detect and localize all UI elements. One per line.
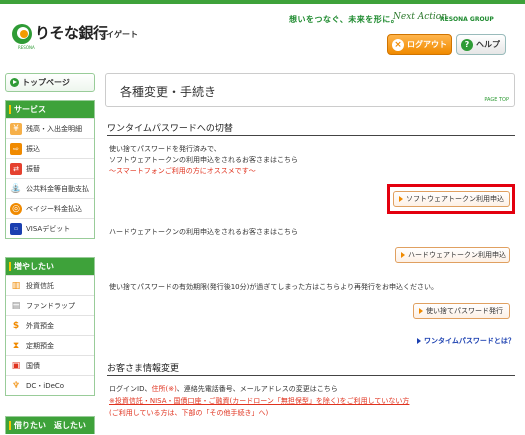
resona-group-label: RESONA GROUP xyxy=(440,16,494,23)
section-divider xyxy=(107,375,515,376)
mygate-label: マイゲート xyxy=(98,30,138,39)
sidebar-item-swap[interactable]: ⇄ 振替 xyxy=(6,158,94,178)
onetime-text-1a: 使い捨てパスワードを発行済みで、 xyxy=(109,145,221,153)
arrow-right-icon xyxy=(419,308,423,314)
header-top-line xyxy=(0,0,525,4)
help-label: ヘルプ xyxy=(476,40,500,49)
tagline: 想いをつなぐ、未来を形に。 xyxy=(289,15,400,24)
sidebar-item-fundwrap[interactable]: ▤ ファンドラップ xyxy=(6,295,94,315)
close-circle-icon: × xyxy=(392,38,404,51)
sidebar-item-label: 振替 xyxy=(26,164,40,173)
sidebar-item-label: ペイジー料金払込 xyxy=(26,204,82,213)
onetime-info-label: ワンタイムパスワードとは？ xyxy=(424,337,515,345)
sidebar-item-label: 振込 xyxy=(26,144,40,153)
resona-logo-icon[interactable] xyxy=(12,24,32,44)
brand-script-logo: Next Action xyxy=(393,12,448,22)
sidebar-item-balance[interactable]: ¥ 残高・入出金明細 xyxy=(6,118,94,138)
header-marker xyxy=(9,262,11,271)
chart-icon: ▥ xyxy=(11,280,21,291)
arrow-right-icon xyxy=(401,252,405,258)
increase-header: 増やしたい xyxy=(6,258,94,275)
address-note: 住所(※) xyxy=(151,385,177,393)
sidebar-item-payeasy[interactable]: ◎ ペイジー料金払込 xyxy=(6,198,94,218)
logo-caption: RESONA xyxy=(18,45,35,50)
pagetop-link[interactable]: PAGE TOP xyxy=(484,97,509,103)
wrap-icon: ▤ xyxy=(11,300,21,311)
sidebar-item-label: VISAデビット xyxy=(26,224,71,233)
top-page-link[interactable]: トップページ xyxy=(5,73,95,92)
sidebar-item-label: 投資信託 xyxy=(26,281,54,290)
dollar-icon: $ xyxy=(12,320,20,331)
reissue-text: 使い捨てパスワードの有効期限(発行後10分)が過ぎてしまった方はこちらより再発行… xyxy=(109,283,438,291)
header-marker xyxy=(9,105,11,114)
section-divider xyxy=(107,135,515,136)
bank-name[interactable]: りそな銀行 xyxy=(35,22,108,43)
increase-menu: 増やしたい ▥ 投資信託 ▤ ファンドラップ $ 外貨預金 ⧗ 定期預金 ▣ 国… xyxy=(5,257,95,396)
transfer-icon: ⇨ xyxy=(10,142,22,155)
software-token-button[interactable]: ソフトウェアトークン利用申込 xyxy=(393,191,510,207)
page-title: 各種変更・手続き xyxy=(120,85,217,99)
sidebar-item-label: 国債 xyxy=(26,361,40,370)
sidebar-item-label: 残高・入出金明細 xyxy=(26,124,82,133)
customer-warning-sub: (ご利用している方は、下部の「その他手続き」へ) xyxy=(109,409,269,417)
bond-icon: ▣ xyxy=(11,360,21,371)
service-menu: サービス ¥ 残高・入出金明細 ⇨ 振込 ⇄ 振替 ⛲ 公共料金等自動支払 ◎ … xyxy=(5,100,95,239)
sidebar-item-fund[interactable]: ▥ 投資信託 xyxy=(6,275,94,295)
question-icon: ? xyxy=(461,38,473,51)
service-header-label: サービス xyxy=(14,105,46,114)
reissue-password-button[interactable]: 使い捨てパスワード発行 xyxy=(413,303,510,319)
pension-icon: ♆ xyxy=(11,380,21,391)
sidebar-item-label: 定期預金 xyxy=(26,341,54,350)
arrow-right-icon xyxy=(417,338,421,344)
sidebar-item-deposit[interactable]: ⧗ 定期預金 xyxy=(6,335,94,355)
onetime-info-link[interactable]: ワンタイムパスワードとは？ xyxy=(417,336,515,346)
sidebar-item-label: 外貨預金 xyxy=(26,321,54,330)
card-icon: ▭ xyxy=(10,222,22,235)
sidebar-item-bond[interactable]: ▣ 国債 xyxy=(6,355,94,375)
arrow-right-icon xyxy=(399,196,403,202)
payeasy-icon: ◎ xyxy=(10,202,22,215)
customer-text-post: 、連絡先電話番号、メールアドレスの変更はこちら xyxy=(176,385,338,393)
sidebar-item-label: 公共料金等自動支払 xyxy=(26,184,89,193)
logout-button[interactable]: × ログアウト xyxy=(387,34,452,55)
swap-icon: ⇄ xyxy=(10,162,22,175)
customer-text-1: ログインID、住所(※)、連絡先電話番号、メールアドレスの変更はこちら xyxy=(109,384,338,395)
top-page-label: トップページ xyxy=(22,78,70,87)
section-title-onetime: ワンタイムパスワードへの切替 xyxy=(107,124,233,134)
hardware-text: ハードウェアトークンの利用申込をされるお客さまはこちら xyxy=(109,228,298,236)
smartphone-note: ～スマートフォンご利用の方にオススメです～ xyxy=(109,167,256,175)
onetime-text-1b: ソフトウェアトークンの利用申込をされるお客さまはこちら xyxy=(109,156,298,164)
page-title-box: 各種変更・手続き PAGE TOP xyxy=(105,73,515,107)
sidebar-item-transfer[interactable]: ⇨ 振込 xyxy=(6,138,94,158)
header-marker xyxy=(9,421,11,430)
service-header: サービス xyxy=(6,101,94,118)
hardware-token-label: ハードウェアトークン利用申込 xyxy=(408,251,506,259)
borrow-header: 借りたい 返したい xyxy=(6,417,94,434)
sidebar-item-foreign[interactable]: $ 外貨預金 xyxy=(6,315,94,335)
help-button[interactable]: ? ヘルプ xyxy=(456,34,506,55)
logout-label: ログアウト xyxy=(407,40,447,49)
arrow-circle-icon xyxy=(10,78,19,87)
sidebar-item-visa[interactable]: ▭ VISAデビット xyxy=(6,218,94,238)
sidebar-item-label: DC・iDeCo xyxy=(26,381,65,390)
hardware-token-button[interactable]: ハードウェアトークン利用申込 xyxy=(395,247,510,263)
increase-header-label: 増やしたい xyxy=(14,262,54,271)
software-token-label: ソフトウェアトークン利用申込 xyxy=(406,195,504,203)
sidebar-item-utility[interactable]: ⛲ 公共料金等自動支払 xyxy=(6,178,94,198)
sidebar-item-ideco[interactable]: ♆ DC・iDeCo xyxy=(6,375,94,395)
deposit-icon: ⧗ xyxy=(12,340,20,351)
sidebar-item-label: ファンドラップ xyxy=(26,301,75,310)
customer-warning: ※投資信託・NISA・国債口座・ご融資(カードローン「無担保型」を除く)をご利用… xyxy=(109,397,410,405)
borrow-header-label: 借りたい 返したい xyxy=(14,421,86,430)
passbook-icon: ¥ xyxy=(10,122,22,135)
section-title-customer: お客さま情報変更 xyxy=(107,364,180,374)
customer-text-pre: ログインID、 xyxy=(109,385,152,393)
borrow-menu: 借りたい 返したい xyxy=(5,416,95,434)
faucet-icon: ⛲ xyxy=(10,183,22,194)
reissue-password-label: 使い捨てパスワード発行 xyxy=(426,307,503,315)
